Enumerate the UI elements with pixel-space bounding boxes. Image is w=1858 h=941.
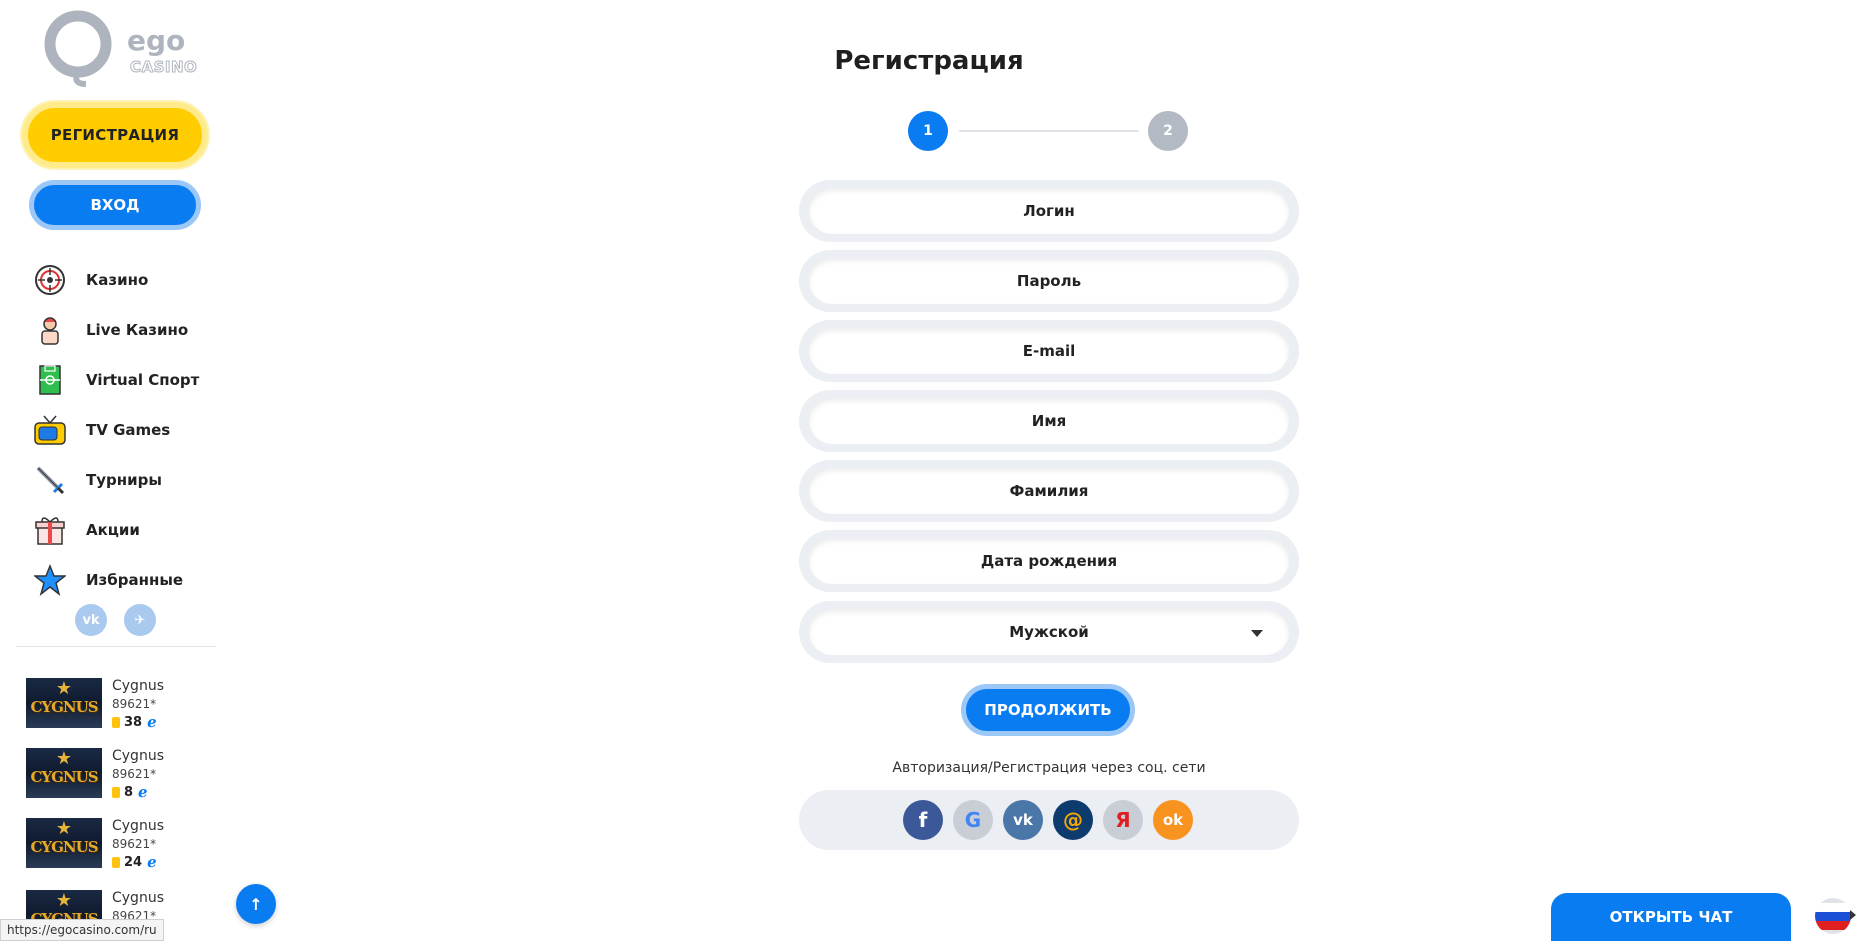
thumbnail-title: CYGNUS xyxy=(30,768,98,786)
ego-coin-icon: ℯ xyxy=(147,713,157,731)
thumbnail-title: CYGNUS xyxy=(30,838,98,856)
vk-icon[interactable]: vk xyxy=(75,604,107,636)
page-title-text: Регистрация xyxy=(834,46,1024,76)
thumbnail-title: CYGNUS xyxy=(30,698,98,716)
birth-date-field[interactable]: Дата рождения xyxy=(799,530,1299,592)
sidebar-item-promotions[interactable]: Акции xyxy=(32,508,232,552)
gender-selected-value: Мужской xyxy=(1009,623,1089,641)
step-connector xyxy=(959,130,1139,132)
winner-user: 89621* xyxy=(112,837,157,851)
vk-icon[interactable]: vk xyxy=(1003,800,1043,840)
sidebar-item-label: Live Казино xyxy=(86,321,189,339)
social-auth-caption: Авторизация/Регистрация через соц. сети xyxy=(892,760,1206,776)
winner-amount: 38 xyxy=(124,714,143,730)
birth-date-input[interactable]: Дата рождения xyxy=(809,538,1289,584)
odnoklassniki-icon[interactable]: ok xyxy=(1153,800,1193,840)
game-thumbnail[interactable]: ★CYGNUS xyxy=(26,678,102,728)
page: ego CASINO РЕГИСТРАЦИЯ ВХОД Казино Live … xyxy=(0,0,1858,941)
coin-icon xyxy=(112,856,120,868)
ego-coin-icon: ℯ xyxy=(138,783,148,801)
sidebar: ego CASINO РЕГИСТРАЦИЯ ВХОД Казино Live … xyxy=(0,0,276,941)
winner-user: 89621* xyxy=(112,697,157,711)
email-field[interactable]: E-mail xyxy=(799,320,1299,382)
sidebar-item-label: Турниры xyxy=(86,471,162,489)
game-thumbnail[interactable]: ★CYGNUS xyxy=(26,818,102,868)
email-input[interactable]: E-mail xyxy=(809,328,1289,374)
language-flag-icon[interactable] xyxy=(1815,898,1851,934)
password-field[interactable]: Пароль xyxy=(799,250,1299,312)
winner-amount-row: 24 ℯ xyxy=(112,853,157,871)
telegram-icon[interactable]: ✈ xyxy=(124,604,156,636)
step-1-indicator: 1 xyxy=(908,111,948,151)
login-field[interactable]: Логин xyxy=(799,180,1299,242)
chevron-down-icon xyxy=(1251,630,1263,637)
gift-icon xyxy=(32,512,68,548)
sidebar-item-casino[interactable]: Казино xyxy=(32,258,232,302)
password-input[interactable]: Пароль xyxy=(809,258,1289,304)
winner-amount: 24 xyxy=(124,854,143,870)
sidebar-item-label: TV Games xyxy=(86,421,171,439)
sidebar-item-favorites[interactable]: Избранные xyxy=(32,558,232,602)
first-name-input[interactable]: Имя xyxy=(809,398,1289,444)
step-2-indicator: 2 xyxy=(1148,111,1188,151)
star-icon: ★ xyxy=(55,678,73,699)
open-chat-button[interactable]: ОТКРЫТЬ ЧАТ xyxy=(1551,893,1791,941)
winner-user: 89621* xyxy=(112,767,157,781)
tv-icon xyxy=(32,412,68,448)
star-icon: ★ xyxy=(55,818,73,839)
coin-icon xyxy=(112,716,120,728)
login-button[interactable]: ВХОД xyxy=(29,180,201,230)
list-item[interactable]: ★ CYGNUS Cygnus 89621* 38 ℯ xyxy=(26,676,226,736)
star-icon: ★ xyxy=(55,748,73,769)
game-thumbnail[interactable]: ★CYGNUS xyxy=(26,748,102,798)
sidebar-item-label: Акции xyxy=(86,521,140,539)
game-name: Cygnus xyxy=(112,818,164,834)
field-icon xyxy=(32,362,68,398)
google-icon[interactable]: G xyxy=(953,800,993,840)
roulette-icon xyxy=(32,262,68,298)
sidebar-item-tv-games[interactable]: TV Games xyxy=(32,408,232,452)
star-icon xyxy=(32,562,68,598)
winner-amount-row: 8ℯ xyxy=(112,783,148,801)
facebook-icon[interactable]: f xyxy=(903,800,943,840)
sword-icon xyxy=(32,462,68,498)
game-name: Cygnus xyxy=(112,748,164,764)
mail-icon[interactable]: @ xyxy=(1053,800,1093,840)
continue-button[interactable]: ПРОДОЛЖИТЬ xyxy=(961,684,1135,736)
sidebar-item-virtual-sport[interactable]: Virtual Спорт xyxy=(32,358,232,402)
first-name-field[interactable]: Имя xyxy=(799,390,1299,452)
dealer-icon xyxy=(32,312,68,348)
coin-icon xyxy=(112,786,120,798)
last-name-field[interactable]: Фамилия xyxy=(799,460,1299,522)
gender-select[interactable]: Мужской xyxy=(799,601,1299,663)
status-bar-url: https://egocasino.com/ru xyxy=(0,919,164,941)
game-name: Cygnus xyxy=(112,678,164,694)
winner-amount: 8 xyxy=(124,784,134,800)
arrow-up-icon: ↑ xyxy=(249,894,263,914)
sidebar-item-label: Virtual Спорт xyxy=(86,371,200,389)
login-input[interactable]: Логин xyxy=(809,188,1289,234)
sidebar-item-tournaments[interactable]: Турниры xyxy=(32,458,232,502)
ego-coin-icon: ℯ xyxy=(147,853,157,871)
sidebar-divider xyxy=(16,646,216,647)
chevron-right-icon xyxy=(1850,910,1856,920)
yandex-icon[interactable]: Я xyxy=(1103,800,1143,840)
sidebar-item-label: Избранные xyxy=(86,571,184,589)
sidebar-item-live-casino[interactable]: Live Казино xyxy=(32,308,232,352)
scroll-to-top-button[interactable]: ↑ xyxy=(236,884,276,924)
star-icon: ★ xyxy=(55,890,73,911)
list-item[interactable]: ★ CYGNUS Cygnus 89621* 24 ℯ xyxy=(26,816,226,876)
social-auth-bar: f G vk @ Я ok xyxy=(799,790,1299,850)
winner-amount-row: 38 ℯ xyxy=(112,713,157,731)
last-name-input[interactable]: Фамилия xyxy=(809,468,1289,514)
page-title: Регистрация xyxy=(0,46,1858,76)
list-item[interactable]: ★ CYGNUS Cygnus 89621* 8ℯ xyxy=(26,746,226,806)
game-name: Cygnus xyxy=(112,890,164,906)
sidebar-item-label: Казино xyxy=(86,271,149,289)
register-button[interactable]: РЕГИСТРАЦИЯ xyxy=(22,102,208,168)
gender-select-box[interactable]: Мужской xyxy=(809,609,1289,655)
